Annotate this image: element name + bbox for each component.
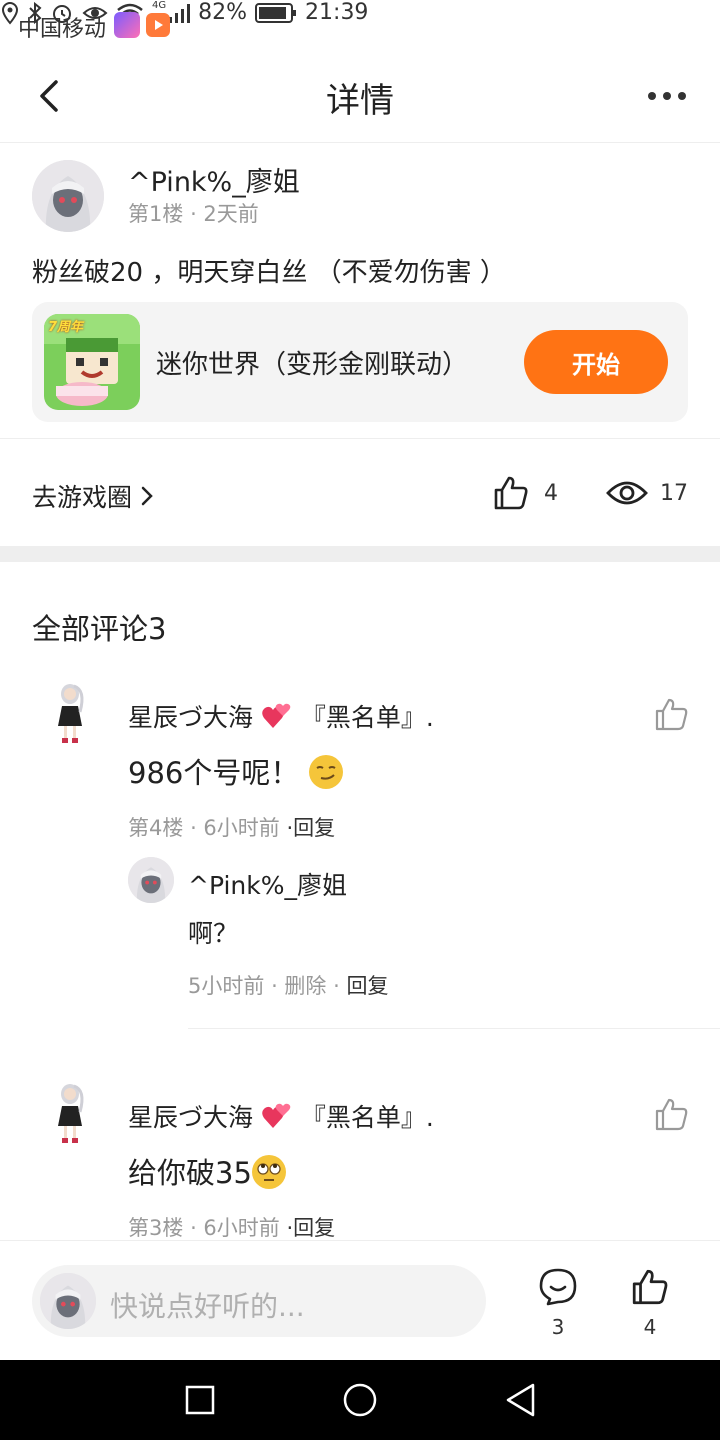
game-badge: 7周年 <box>48 320 84 335</box>
like-count: 4 <box>643 1315 657 1339</box>
eye-icon <box>606 481 648 505</box>
status-bar: 中国移动 4G 82% 21:39 <box>0 0 720 50</box>
post-like-count: 4 <box>544 480 558 506</box>
video-app-icon <box>146 13 170 37</box>
battery-percent: 82% <box>198 0 248 25</box>
post-view-count: 17 <box>660 480 688 506</box>
author-name[interactable]: ^Pink%_廖姐 <box>128 160 300 199</box>
reply-link[interactable]: 回复 <box>346 974 388 998</box>
go-to-game-circle-link[interactable]: 去游戏圈 <box>32 478 154 514</box>
reply-time: 5小时前 <box>188 974 265 998</box>
comments-title: 全部评论3 <box>32 612 167 646</box>
eye-roll-emoji-icon <box>251 1155 286 1189</box>
thumbs-up-icon <box>632 1269 668 1305</box>
battery-icon <box>255 2 297 23</box>
back-icon[interactable] <box>504 1382 538 1418</box>
header: 详情 <box>0 50 720 143</box>
comment-like-icon[interactable] <box>654 696 690 732</box>
comment-time: 6小时前 <box>203 816 280 840</box>
reply-text: 啊？ <box>188 919 239 948</box>
location-icon <box>1 1 19 25</box>
divider <box>0 438 720 439</box>
page-title: 详情 <box>326 81 394 121</box>
comment-floor: 第4楼 <box>128 816 184 840</box>
section-gap <box>0 546 720 562</box>
reply-link[interactable]: ·回复 <box>286 1216 335 1240</box>
reply-divider <box>188 1028 720 1029</box>
comment-floor: 第3楼 <box>128 1216 184 1240</box>
bottom-bar: 快说点好听的... 3 4 <box>0 1240 720 1361</box>
chevron-right-icon <box>141 486 153 506</box>
delete-link[interactable]: 删除 <box>284 974 326 998</box>
post-like-button[interactable]: 4 <box>492 474 558 512</box>
smirk-emoji-icon <box>308 755 343 789</box>
start-game-button[interactable]: 开始 <box>524 330 668 394</box>
post-content: 粉丝破20 ，明天穿白丝 （不爱勿伤害 ） <box>32 258 506 288</box>
comment-meta: 第4楼 · 6小时前 ·回复 <box>128 816 336 840</box>
comment-input[interactable]: 快说点好听的... <box>32 1265 486 1337</box>
game-card[interactable]: 7周年 迷你世界（变形金刚联动） 开始 <box>32 302 688 422</box>
reply-avatar[interactable] <box>128 857 174 903</box>
clock: 21:39 <box>305 0 369 25</box>
post-meta: 第1楼 · 2天前 <box>128 198 259 228</box>
comment-time: 6小时前 <box>203 1216 280 1240</box>
like-button[interactable]: 4 <box>628 1267 672 1339</box>
reply-link[interactable]: ·回复 <box>286 816 335 840</box>
post-floor: 第1楼 <box>128 202 184 226</box>
reply-author-name[interactable]: ^Pink%_廖姐 <box>188 866 347 902</box>
recent-apps-icon[interactable] <box>184 1384 216 1416</box>
my-avatar <box>40 1273 96 1329</box>
meta-separator: · <box>190 202 204 226</box>
commenter-name[interactable]: 星辰づ大海 『黑名单』. <box>128 698 434 734</box>
comment-text: 给你破35 <box>128 1150 286 1192</box>
go-to-game-circle-label: 去游戏圈 <box>32 483 133 512</box>
comment-button[interactable]: 3 <box>536 1267 580 1339</box>
comment-input-placeholder: 快说点好听的... <box>110 1290 305 1323</box>
carrier-label: 中国移动 <box>18 17 107 42</box>
system-nav-bar <box>0 1360 720 1440</box>
comment-like-icon[interactable] <box>654 1096 690 1132</box>
thumbs-up-icon <box>494 476 528 510</box>
author-avatar[interactable] <box>32 160 104 232</box>
commenter-avatar[interactable] <box>44 680 96 746</box>
game-icon[interactable]: 7周年 <box>44 314 140 410</box>
post-time: 2天前 <box>203 202 259 226</box>
signal-icon <box>169 3 191 23</box>
network-type: 4G <box>152 0 167 11</box>
comment-bubble-icon <box>539 1268 577 1306</box>
post-view-stat: 17 <box>606 474 688 512</box>
commenter-avatar[interactable] <box>44 1080 96 1146</box>
more-options-icon[interactable] <box>648 84 692 108</box>
status-icons: 4G 82% 21:39 <box>0 0 720 25</box>
comment-meta: 第3楼 · 6小时前 ·回复 <box>128 1216 336 1240</box>
comment-count: 3 <box>551 1315 565 1339</box>
comment-text: 986个号呢！ <box>128 750 343 792</box>
game-name: 迷你世界（变形金刚联动） <box>156 350 469 380</box>
hearts-emoji-icon <box>261 702 293 730</box>
commenter-name[interactable]: 星辰づ大海 『黑名单』. <box>128 1098 434 1134</box>
app-notification-icon <box>114 12 140 38</box>
reply-meta: 5小时前 · 删除 · 回复 <box>188 974 389 998</box>
hearts-emoji-icon <box>261 1102 293 1130</box>
home-icon[interactable] <box>342 1382 378 1418</box>
